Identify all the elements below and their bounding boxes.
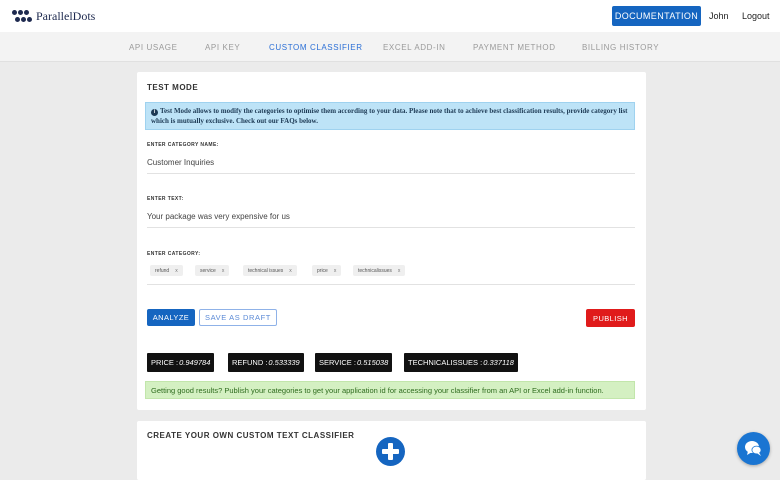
- category-tag-label: refund: [155, 267, 170, 274]
- plus-circle-icon[interactable]: [376, 437, 405, 466]
- success-alert: Getting good results? Publish your categ…: [145, 381, 635, 399]
- result-score: 0.515038: [356, 358, 389, 367]
- chat-button[interactable]: [737, 432, 770, 465]
- category-tag-label: price: [317, 267, 328, 274]
- create-classifier-title: CREATE YOUR OWN CUSTOM TEXT CLASSIFIER: [147, 431, 355, 440]
- category-tag-label: service: [200, 267, 216, 274]
- tab-billing-history[interactable]: BILLING HISTORY: [582, 43, 659, 52]
- info-circle-icon: i: [151, 109, 158, 116]
- result-score: 0.337118: [483, 358, 514, 367]
- result-score: 0.533339: [268, 358, 300, 367]
- analyze-button[interactable]: ANALYZE: [147, 309, 195, 326]
- result-badge: SERVICE :0.515038: [315, 353, 393, 372]
- result-name: REFUND :: [232, 358, 268, 367]
- category-label: ENTER CATEGORY:: [147, 251, 201, 257]
- chat-bubble-icon: [745, 441, 762, 456]
- info-alert: i Test Mode allows to modify the categori…: [145, 102, 635, 130]
- tab-api-usage[interactable]: API USAGE: [129, 43, 178, 52]
- test-mode-title: TEST MODE: [147, 83, 199, 92]
- test-mode-card: TEST MODE i Test Mode allows to modify th…: [137, 72, 646, 410]
- category-name-input[interactable]: Customer Inquiries: [147, 158, 635, 174]
- dots-logo-icon: [12, 9, 32, 24]
- result-name: TECHNICALISSUES :: [408, 358, 483, 367]
- text-input[interactable]: Your package was very expensive for us: [147, 212, 635, 228]
- remove-tag-icon[interactable]: x: [334, 268, 337, 274]
- tab-custom-classifier[interactable]: CUSTOM CLASSIFIER: [269, 43, 363, 52]
- category-name-label: ENTER CATEGORY NAME:: [147, 142, 219, 148]
- category-tag-label: technicalissues: [358, 267, 392, 274]
- result-badge: PRICE :0.949784: [147, 353, 215, 372]
- category-tags-input[interactable]: refund x service x technical issues x price…: [147, 265, 635, 285]
- user-menu[interactable]: John: [709, 11, 729, 21]
- info-text: Test Mode allows to modify the categorie…: [151, 107, 628, 125]
- category-tag: service x: [195, 265, 230, 276]
- publish-button[interactable]: PUBLISH: [586, 309, 635, 327]
- tab-excel-add-in[interactable]: EXCEL ADD-IN: [383, 43, 445, 52]
- result-score: 0.949784: [179, 358, 211, 367]
- tab-payment-method[interactable]: PAYMENT METHOD: [473, 43, 556, 52]
- text-label: ENTER TEXT:: [147, 196, 184, 202]
- nav-tabs: API USAGE API KEY CUSTOM CLASSIFIER EXCE…: [0, 32, 780, 62]
- brand-logo[interactable]: ParallelDots: [12, 9, 95, 24]
- remove-tag-icon[interactable]: x: [222, 268, 225, 274]
- result-name: PRICE :: [151, 358, 179, 367]
- remove-tag-icon[interactable]: x: [398, 268, 401, 274]
- logout-link[interactable]: Logout: [742, 11, 770, 21]
- remove-tag-icon[interactable]: x: [289, 268, 292, 274]
- category-tag-label: technical issues: [248, 267, 284, 274]
- tab-api-key[interactable]: API KEY: [205, 43, 240, 52]
- category-tag: technicalissues x: [353, 265, 406, 276]
- top-header: ParallelDots DOCUMENTATION John Logout: [0, 0, 780, 32]
- category-tag: price x: [312, 265, 342, 276]
- category-tag: refund x: [150, 265, 183, 276]
- brand-name: ParallelDots: [36, 9, 96, 23]
- documentation-button[interactable]: DOCUMENTATION: [612, 6, 701, 26]
- category-tag: technical issues x: [243, 265, 297, 276]
- create-classifier-card: CREATE YOUR OWN CUSTOM TEXT CLASSIFIER: [137, 421, 646, 480]
- result-badge: TECHNICALISSUES :0.337118: [404, 353, 518, 372]
- result-badge: REFUND :0.533339: [228, 353, 304, 372]
- remove-tag-icon[interactable]: x: [175, 268, 178, 274]
- save-as-draft-button[interactable]: SAVE AS DRAFT: [199, 309, 277, 326]
- result-name: SERVICE :: [319, 358, 356, 367]
